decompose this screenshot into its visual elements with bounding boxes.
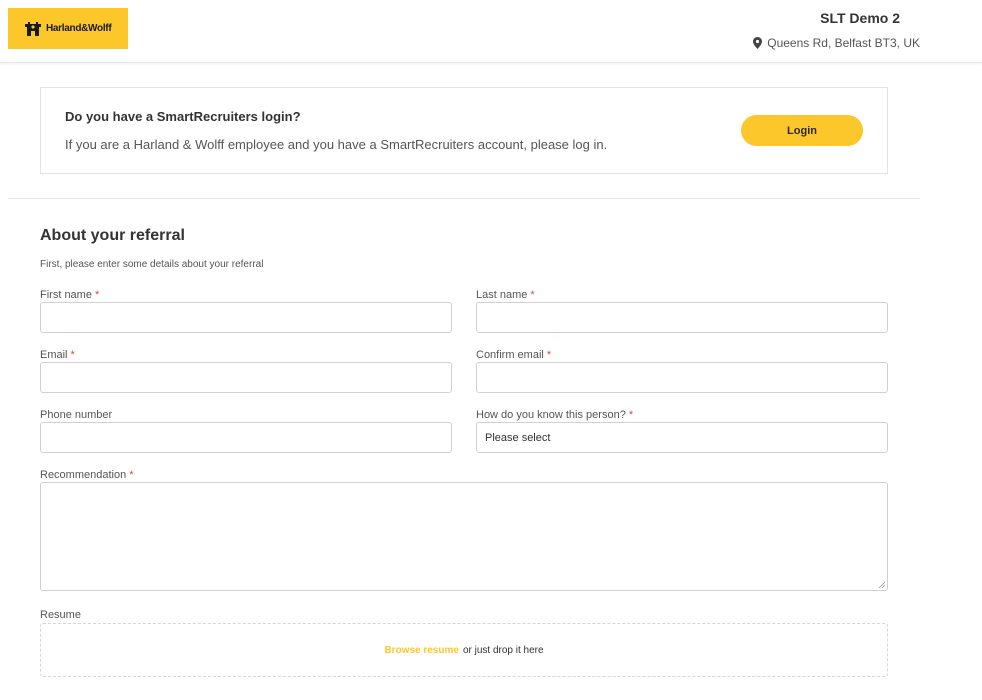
confirm-email-label: Confirm email * [476, 349, 551, 361]
relationship-select[interactable]: Please select [476, 422, 888, 453]
last-name-input[interactable] [476, 302, 888, 333]
relationship-label-text: How do you know this person? [476, 409, 626, 421]
browse-resume-link[interactable]: Browse resume [384, 645, 458, 656]
location-text: Queens Rd, Belfast BT3, UK [767, 36, 920, 50]
first-name-input[interactable] [40, 302, 452, 333]
login-button[interactable]: Login [741, 115, 863, 146]
logo-text: Harland&Wolff [46, 23, 112, 34]
relationship-select-value: Please select [485, 431, 551, 444]
hw-crest-icon [23, 18, 43, 39]
required-marker: * [628, 409, 634, 421]
drop-hint-text: or just drop it here [462, 644, 544, 656]
section-subtitle: First, please enter some details about y… [40, 259, 264, 270]
section-divider [8, 198, 920, 199]
map-pin-icon [753, 37, 763, 49]
email-input[interactable] [40, 362, 452, 393]
email-label: Email * [40, 349, 75, 361]
confirm-email-input[interactable] [476, 362, 888, 393]
first-name-label: First name * [40, 289, 99, 301]
login-prompt-title: Do you have a SmartRecruiters login? [65, 109, 301, 124]
resume-label: Resume [40, 609, 81, 621]
section-title: About your referral [40, 227, 185, 244]
required-marker: * [70, 349, 75, 361]
login-prompt-box: Do you have a SmartRecruiters login? If … [40, 87, 888, 174]
email-label-text: Email [40, 349, 68, 361]
phone-label-text: Phone number [40, 409, 113, 421]
resize-handle-icon[interactable] [878, 581, 885, 588]
phone-label: Phone number [40, 409, 112, 421]
recommendation-textarea[interactable] [40, 482, 888, 591]
relationship-label: How do you know this person? * [476, 409, 633, 421]
last-name-label: Last name * [476, 289, 535, 301]
required-marker: * [530, 289, 535, 301]
job-location: Queens Rd, Belfast BT3, UK [753, 36, 920, 50]
confirm-email-label-text: Confirm email [476, 349, 544, 361]
recommendation-label-text: Recommendation [40, 469, 127, 481]
required-marker: * [546, 349, 552, 361]
recommendation-label: Recommendation * [40, 469, 134, 481]
resume-dropzone[interactable]: Browse resume or just drop it here [40, 623, 888, 677]
company-logo[interactable]: Harland&Wolff [8, 8, 128, 49]
last-name-label-text: Last name [476, 289, 528, 301]
first-name-label-text: First name [40, 289, 92, 301]
job-title: SLT Demo 2 [820, 10, 900, 26]
phone-input[interactable] [40, 422, 452, 453]
page-header: Harland&Wolff SLT Demo 2 Queens Rd, Belf… [0, 0, 982, 63]
login-prompt-description: If you are a Harland & Wolff employee an… [65, 137, 608, 152]
required-marker: * [129, 469, 134, 481]
required-marker: * [94, 289, 100, 301]
